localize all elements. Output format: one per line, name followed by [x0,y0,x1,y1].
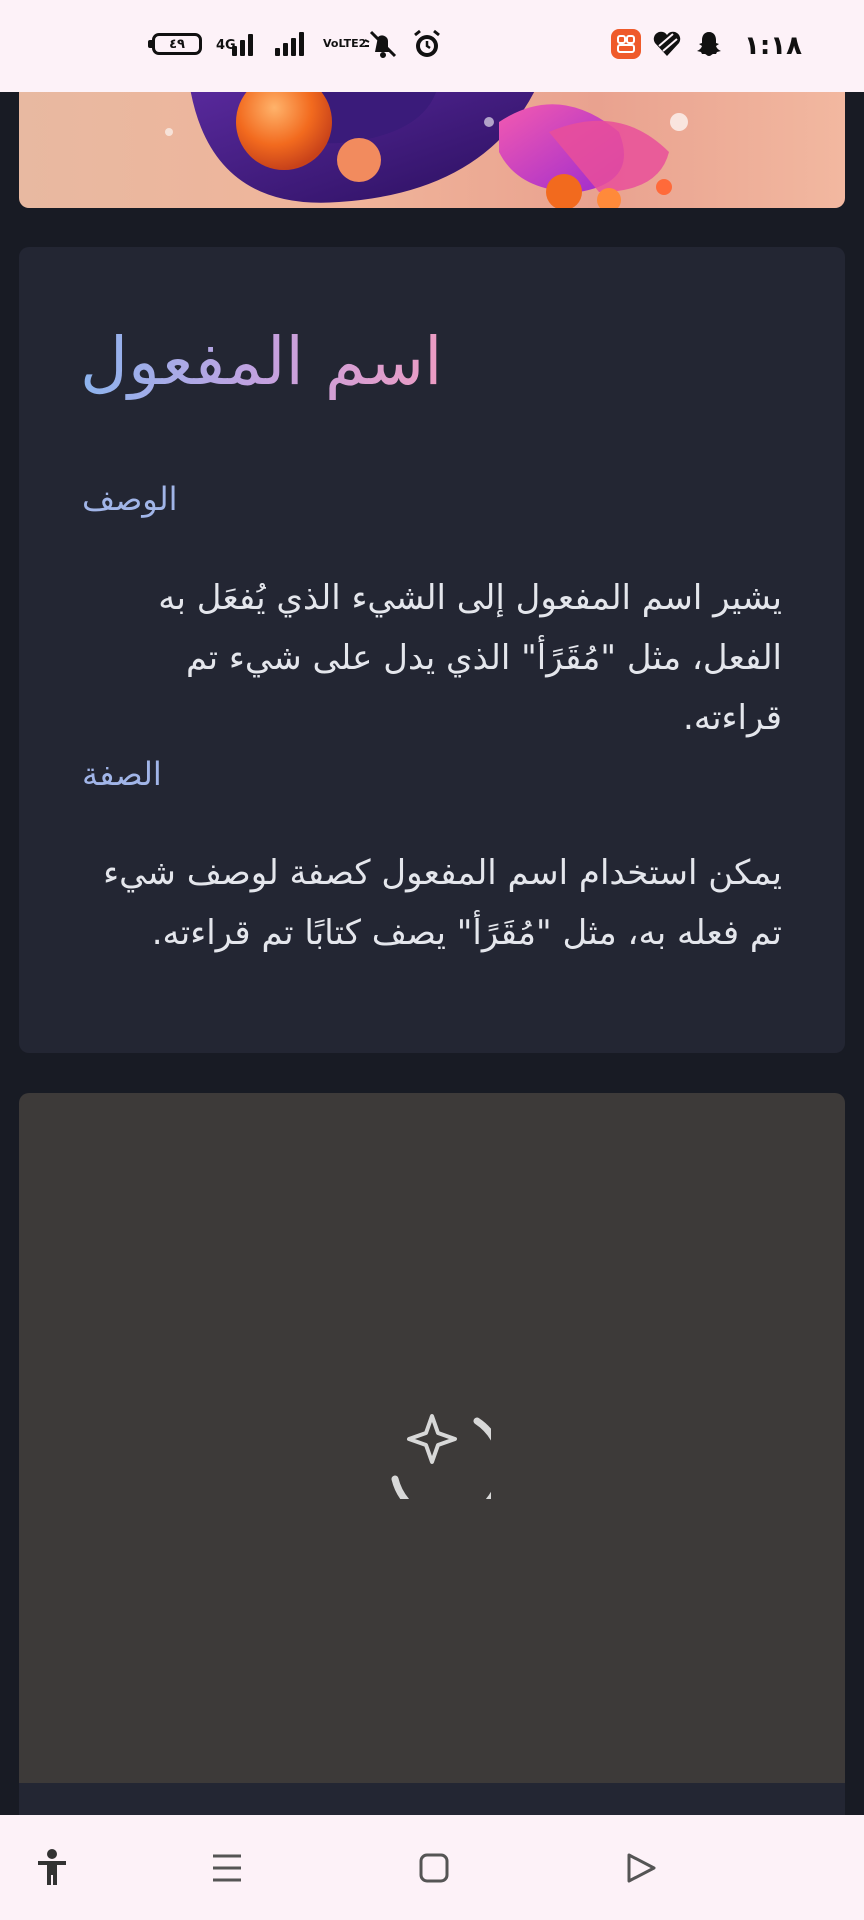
volte-label: VoLTE2 [323,37,367,50]
section-heading-adjective: الصفة [82,755,162,793]
back-button[interactable] [596,1815,686,1920]
home-icon [419,1853,449,1882]
snapchat-icon [694,29,724,63]
section-heading-description: الوصف [82,480,178,518]
section-body-adjective: يمكن استخدام اسم المفعول كصفة لوصف شيء ت… [103,853,782,953]
battery-icon: ٤٩ [148,33,202,55]
recents-button[interactable] [182,1815,272,1920]
volte-icon: VoLTE2 [323,38,366,50]
battery-level: ٤٩ [169,36,185,52]
recents-icon [213,1854,241,1881]
silent-mode-icon [362,28,402,64]
back-icon [627,1853,656,1882]
sparkle-spinner-icon [373,1381,505,1524]
hero-image [19,92,845,208]
system-nav-bar [0,1815,864,1920]
signal-icon-2 [275,32,304,56]
signal-icon-1 [232,32,253,56]
home-button[interactable] [389,1815,479,1920]
next-card-edge [19,1783,845,1815]
app-notification-icon-1 [611,29,641,59]
accessibility-icon [38,1848,66,1885]
status-bar: ٤٩ 4G VoLTE2 ١:١٨ [0,0,864,92]
alarm-icon [411,28,443,64]
clock-time: ١:١٨ [743,31,802,61]
hero-illustration [165,92,688,208]
page-title: اسم المفعول [80,320,442,404]
accessibility-button[interactable] [7,1815,97,1920]
section-body-description: يشير اسم المفعول إلى الشيء الذي يُفعَل ب… [158,578,782,738]
heart-app-icon [652,29,682,63]
